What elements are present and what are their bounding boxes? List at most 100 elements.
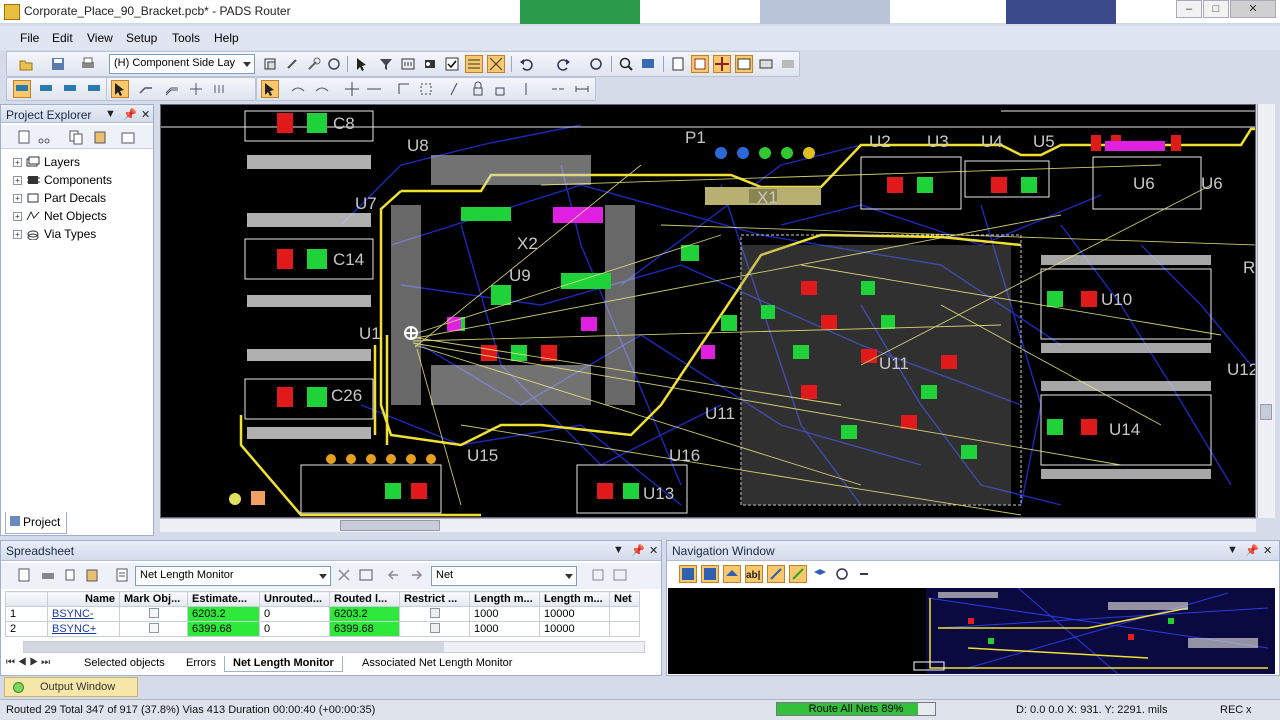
length-min-cell[interactable]: 1000 (469, 606, 540, 622)
lock-icon[interactable] (469, 80, 487, 98)
col-header[interactable]: Routed l... (329, 591, 400, 607)
layers-icon[interactable] (261, 55, 279, 73)
tab-net-length-monitor[interactable]: Net Length Monitor (224, 656, 343, 672)
close-button[interactable]: ✕ (1230, 0, 1276, 18)
pcb-canvas[interactable]: C8 U8 P1 U2 U3 U4 U5 U6 U6 U7 X1 X2 U9 C… (160, 104, 1256, 518)
move-icon[interactable] (343, 80, 361, 98)
mark-checkbox[interactable] (119, 606, 188, 622)
filter-select[interactable]: Net (431, 566, 577, 586)
navigation-view[interactable] (668, 588, 1275, 674)
route-icon[interactable] (137, 80, 155, 98)
output-toggle-icon[interactable] (757, 55, 775, 73)
delete-icon[interactable] (335, 566, 353, 584)
select-icon[interactable] (353, 55, 371, 73)
pad-icon[interactable] (421, 55, 439, 73)
back-icon[interactable] (385, 566, 403, 584)
add-route-icon[interactable] (289, 80, 307, 98)
cut-icon[interactable] (35, 128, 53, 146)
new-icon[interactable] (15, 128, 33, 146)
table-row[interactable]: 2 BSYNC+ 6399.68 0 6399.68 1000 10000 (5, 621, 640, 637)
col-header[interactable]: Mark Obj... (119, 591, 188, 607)
navigation-toggle-icon[interactable] (713, 55, 731, 73)
zoom-icon[interactable] (617, 55, 635, 73)
route-mode-icon[interactable] (487, 55, 505, 73)
menu-view[interactable]: View (87, 31, 113, 45)
col-header[interactable] (5, 591, 48, 607)
menu-edit[interactable]: Edit (52, 31, 73, 45)
sheet-icon[interactable] (113, 566, 131, 584)
col-header[interactable]: Length m... (469, 591, 540, 607)
tab-errors[interactable]: Errors (178, 656, 224, 672)
layer-pair-icon[interactable] (85, 80, 103, 98)
stretch-icon[interactable] (313, 80, 331, 98)
nav-text-icon[interactable]: ab| (745, 565, 763, 583)
tree-item-layers[interactable]: + Layers (13, 155, 80, 173)
nav-route-icon[interactable] (767, 565, 785, 583)
corner-icon[interactable] (395, 80, 413, 98)
spreadsheet-hscroll[interactable] (23, 641, 645, 653)
redo-icon[interactable] (555, 55, 573, 73)
menu-tools[interactable]: Tools (172, 31, 200, 45)
pin-icon[interactable]: 📌 (123, 108, 137, 121)
refresh-icon[interactable] (325, 55, 343, 73)
wrench-icon[interactable] (305, 55, 323, 73)
restrict-checkbox[interactable] (399, 621, 470, 637)
redraw-icon[interactable] (587, 55, 605, 73)
nav-fit-icon[interactable] (679, 565, 697, 583)
open-icon[interactable] (17, 55, 35, 73)
print-icon[interactable] (79, 55, 97, 73)
net-name-link[interactable]: BSYNC- (47, 606, 120, 622)
tree-item-components[interactable]: + Components (13, 173, 112, 191)
print-sheet-icon[interactable] (39, 566, 57, 584)
customize-icon[interactable] (779, 55, 797, 73)
col-header[interactable]: Unrouted... (259, 591, 330, 607)
project-tab[interactable]: Project (5, 512, 67, 534)
menu-file[interactable]: File (20, 31, 39, 45)
menu-help[interactable]: Help (214, 31, 239, 45)
layer-select[interactable]: (H) Component Side Lay (109, 54, 255, 74)
col-header[interactable]: Estimate... (187, 591, 260, 607)
length-max-cell[interactable]: 10000 (539, 606, 610, 622)
route-fan-icon[interactable] (187, 80, 205, 98)
nav-trace-icon[interactable] (789, 565, 807, 583)
settings-icon[interactable] (589, 566, 607, 584)
save-icon[interactable] (49, 55, 67, 73)
net-name-link[interactable]: BSYNC+ (47, 621, 120, 637)
tab-nav-arrows[interactable]: ⏮ ◀ ▶ ⏭ (6, 657, 50, 668)
undo-icon[interactable] (517, 55, 535, 73)
filter-icon[interactable] (377, 55, 395, 73)
forward-icon[interactable] (407, 566, 425, 584)
export-icon[interactable] (357, 566, 375, 584)
select-mode-icon[interactable] (111, 80, 129, 98)
layer-bottom-icon[interactable] (61, 80, 79, 98)
unlock-icon[interactable] (491, 80, 509, 98)
tab-selected-objects[interactable]: Selected objects (76, 656, 173, 672)
properties-icon[interactable] (283, 55, 301, 73)
layer-top-icon[interactable] (13, 80, 31, 98)
vertical-scrollbar[interactable] (1257, 104, 1275, 518)
paste-icon[interactable] (91, 128, 109, 146)
checklist-icon[interactable] (443, 55, 461, 73)
spreadsheet-toggle-icon[interactable] (735, 55, 753, 73)
nav-pan-icon[interactable] (855, 565, 873, 583)
pin-icon[interactable]: 📌 (631, 544, 645, 557)
columns-icon[interactable] (611, 566, 629, 584)
nav-refresh-icon[interactable] (833, 565, 851, 583)
align-icon[interactable] (417, 80, 435, 98)
properties-panel-icon[interactable] (119, 128, 137, 146)
tree-item-part-decals[interactable]: + Part Decals (13, 191, 106, 209)
view-select[interactable]: Net Length Monitor (135, 566, 331, 586)
nav-stack-icon[interactable] (811, 565, 829, 583)
minimize-button[interactable]: – (1176, 0, 1202, 18)
route-diff-icon[interactable] (163, 80, 181, 98)
paste-icon[interactable] (83, 566, 101, 584)
horizontal-scrollbar[interactable] (160, 518, 1256, 532)
copy-icon[interactable] (67, 128, 85, 146)
zoom-board-icon[interactable] (639, 55, 657, 73)
pointer-icon[interactable] (261, 80, 279, 98)
dropdown-icon[interactable]: ▼ (613, 544, 624, 556)
resize-icon[interactable] (365, 80, 383, 98)
route-bus-icon[interactable] (211, 80, 229, 98)
col-header[interactable]: Net (609, 591, 640, 607)
menu-setup[interactable]: Setup (126, 31, 157, 45)
